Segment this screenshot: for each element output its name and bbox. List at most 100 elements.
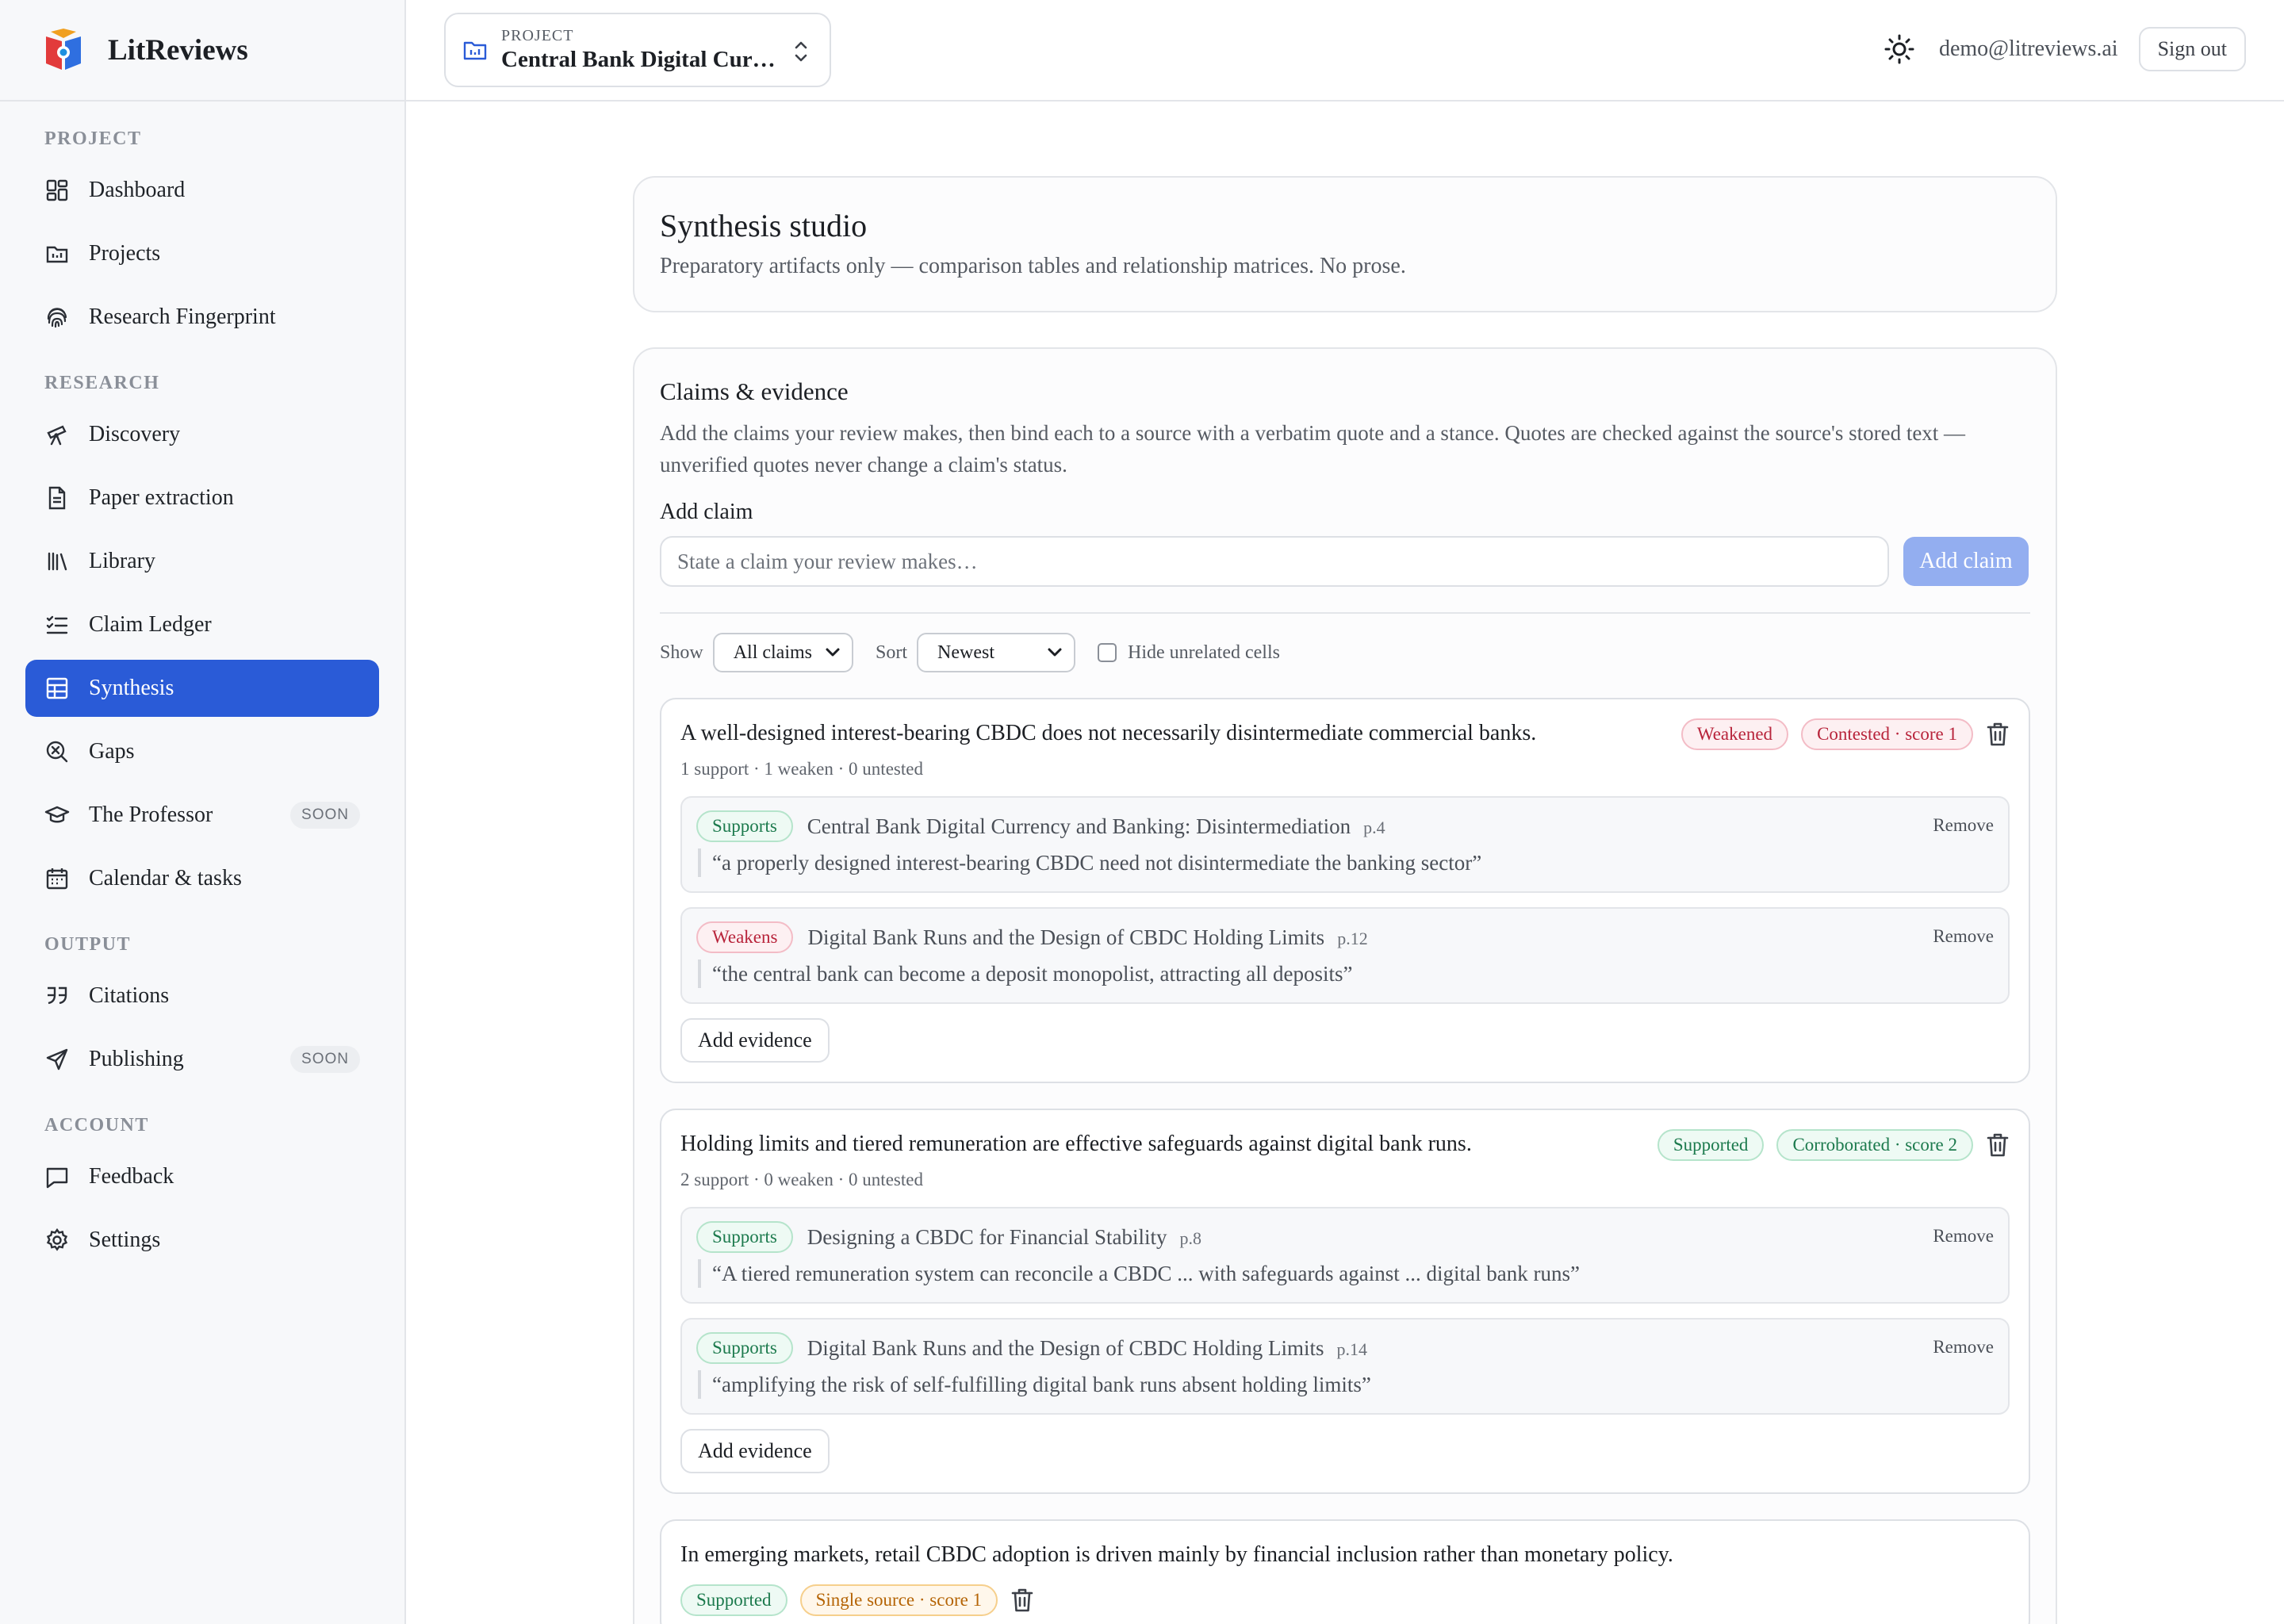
add-claim-button[interactable]: Add claim — [1903, 537, 2029, 586]
evidence-header: Supports Digital Bank Runs and the Desig… — [696, 1332, 1994, 1364]
sidebar-nav: PROJECT Dashboard Projects Research Fing… — [0, 102, 404, 1269]
sidebar-item-discovery[interactable]: Discovery — [25, 406, 379, 463]
claim-header: Holding limits and tiered remuneration a… — [680, 1129, 2010, 1161]
calendar-icon — [44, 866, 70, 891]
sort-select[interactable]: Newest — [917, 633, 1076, 672]
sidebar-item-label: Feedback — [89, 1164, 174, 1189]
sidebar-item-label: Gaps — [89, 739, 135, 764]
evidence-source-title: Digital Bank Runs and the Design of CBDC… — [807, 925, 1325, 949]
claim-badges: Supported Corroborated · score 2 — [1657, 1129, 2010, 1161]
sign-out-button[interactable]: Sign out — [2138, 27, 2246, 71]
claim-card: A well-designed interest-bearing CBDC do… — [660, 698, 2030, 1083]
sidebar-item-the-professor[interactable]: The Professor SOON — [25, 787, 379, 844]
dashboard-icon — [44, 178, 70, 203]
sidebar-item-gaps[interactable]: Gaps — [25, 723, 379, 780]
project-label: PROJECT — [501, 27, 574, 44]
claims-title: Claims & evidence — [660, 377, 849, 405]
telescope-icon — [44, 422, 70, 447]
evidence-page: p.4 — [1363, 818, 1385, 837]
evidence-header: Supports Central Bank Digital Currency a… — [696, 810, 1994, 842]
sidebar-item-label: Settings — [89, 1228, 161, 1252]
sidebar-item-label: Research Fingerprint — [89, 304, 276, 329]
soon-badge: SOON — [290, 1046, 360, 1073]
evidence-page: p.14 — [1336, 1339, 1368, 1359]
trash-icon[interactable] — [1010, 1588, 1034, 1613]
synthesis-header-card: Synthesis studio Preparatory artifacts o… — [633, 176, 2057, 312]
trash-icon[interactable] — [1986, 722, 2010, 747]
app-name: LitReviews — [108, 33, 248, 67]
section-label-research: RESEARCH — [44, 373, 160, 393]
search-x-icon — [44, 739, 70, 764]
project-selector[interactable]: PROJECT Central Bank Digital Curr… — [444, 13, 831, 87]
folder-chart-icon — [463, 41, 487, 60]
evidence-source-title: Designing a CBDC for Financial Stability — [807, 1224, 1167, 1249]
claims-evidence-card: Claims & evidence Add the claims your re… — [633, 347, 2057, 1624]
sidebar-item-label: Paper extraction — [89, 485, 234, 510]
show-label: Show — [660, 642, 703, 663]
sidebar-item-claim-ledger[interactable]: Claim Ledger — [25, 596, 379, 653]
section-label-project: PROJECT — [44, 128, 142, 149]
page-title: Synthesis studio — [660, 208, 868, 243]
add-claim-row: Add claim — [660, 536, 2030, 587]
sidebar-item-label: Discovery — [89, 422, 181, 446]
sidebar-item-label: Library — [89, 549, 155, 573]
remove-evidence-button[interactable]: Remove — [1933, 926, 1994, 947]
gear-icon — [44, 1228, 70, 1253]
sidebar-item-label: Calendar & tasks — [89, 866, 242, 891]
trash-icon[interactable] — [1986, 1132, 2010, 1158]
remove-evidence-button[interactable]: Remove — [1933, 815, 1994, 836]
sidebar-item-dashboard[interactable]: Dashboard — [25, 162, 379, 219]
sidebar-item-library[interactable]: Library — [25, 533, 379, 590]
evidence-item: Weakens Digital Bank Runs and the Design… — [680, 907, 2010, 1004]
message-icon — [44, 1164, 70, 1189]
evidence-page: p.8 — [1179, 1228, 1202, 1248]
claim-input[interactable] — [660, 536, 1889, 587]
add-evidence-button[interactable]: Add evidence — [680, 1018, 830, 1063]
stance-badge: Supports — [696, 1221, 793, 1253]
sidebar-item-publishing[interactable]: Publishing SOON — [25, 1031, 379, 1088]
sidebar-item-label: Claim Ledger — [89, 612, 212, 637]
evidence-quote: “amplifying the risk of self-fulfilling … — [698, 1370, 1994, 1399]
evidence-page: p.12 — [1337, 929, 1368, 948]
show-select[interactable]: All claims — [712, 633, 854, 672]
brand[interactable]: LitReviews — [0, 0, 404, 102]
claim-header: A well-designed interest-bearing CBDC do… — [680, 718, 2010, 750]
divider — [660, 612, 2030, 614]
soon-badge: SOON — [290, 802, 360, 829]
main-content: Synthesis studio Preparatory artifacts o… — [408, 103, 2284, 1624]
add-evidence-button[interactable]: Add evidence — [680, 1429, 830, 1473]
evidence-quote: “a properly designed interest-bearing CB… — [698, 848, 1994, 877]
status-badge: Supported — [1657, 1129, 1765, 1161]
claim-card: Holding limits and tiered remuneration a… — [660, 1109, 2030, 1494]
chevron-down-icon — [1048, 648, 1062, 657]
claim-stats: 1 support · 1 weaken · 0 untested — [680, 759, 923, 779]
sidebar-item-paper-extraction[interactable]: Paper extraction — [25, 469, 379, 527]
claim-text: Holding limits and tiered remuneration a… — [680, 1132, 1472, 1156]
filter-bar: Show All claims Sort Newest Hide unrelat… — [660, 633, 2030, 672]
evidence-quote: “A tiered remuneration system can reconc… — [698, 1259, 1994, 1288]
stance-badge: Supports — [696, 1332, 793, 1364]
sidebar-item-projects[interactable]: Projects — [25, 225, 379, 282]
evidence-item: Supports Digital Bank Runs and the Desig… — [680, 1318, 2010, 1415]
claim-text: In emerging markets, retail CBDC adoptio… — [680, 1542, 1673, 1567]
sidebar-item-feedback[interactable]: Feedback — [25, 1148, 379, 1205]
sidebar-item-citations[interactable]: Citations — [25, 967, 379, 1025]
sun-icon[interactable] — [1884, 33, 1915, 65]
hide-unrelated-checkbox[interactable] — [1098, 643, 1117, 662]
status-badge: Weakened — [1680, 718, 1789, 750]
remove-evidence-button[interactable]: Remove — [1933, 1226, 1994, 1247]
evidence-item: Supports Central Bank Digital Currency a… — [680, 796, 2010, 893]
add-claim-label: Add claim — [660, 500, 753, 524]
sidebar-item-label: Citations — [89, 983, 170, 1008]
fingerprint-icon — [44, 304, 70, 330]
chevron-up-down-icon — [795, 41, 807, 62]
sidebar-item-settings[interactable]: Settings — [25, 1212, 379, 1269]
remove-evidence-button[interactable]: Remove — [1933, 1337, 1994, 1358]
score-badge: Contested · score 1 — [1801, 718, 1973, 750]
sidebar-item-calendar-tasks[interactable]: Calendar & tasks — [25, 850, 379, 907]
claim-badges: Supported Single source · score 1 — [680, 1584, 2010, 1616]
sidebar-item-research-fingerprint[interactable]: Research Fingerprint — [25, 289, 379, 346]
sidebar-item-synthesis[interactable]: Synthesis — [25, 660, 379, 717]
sidebar-item-label: Synthesis — [89, 676, 174, 700]
stance-badge: Supports — [696, 810, 793, 842]
